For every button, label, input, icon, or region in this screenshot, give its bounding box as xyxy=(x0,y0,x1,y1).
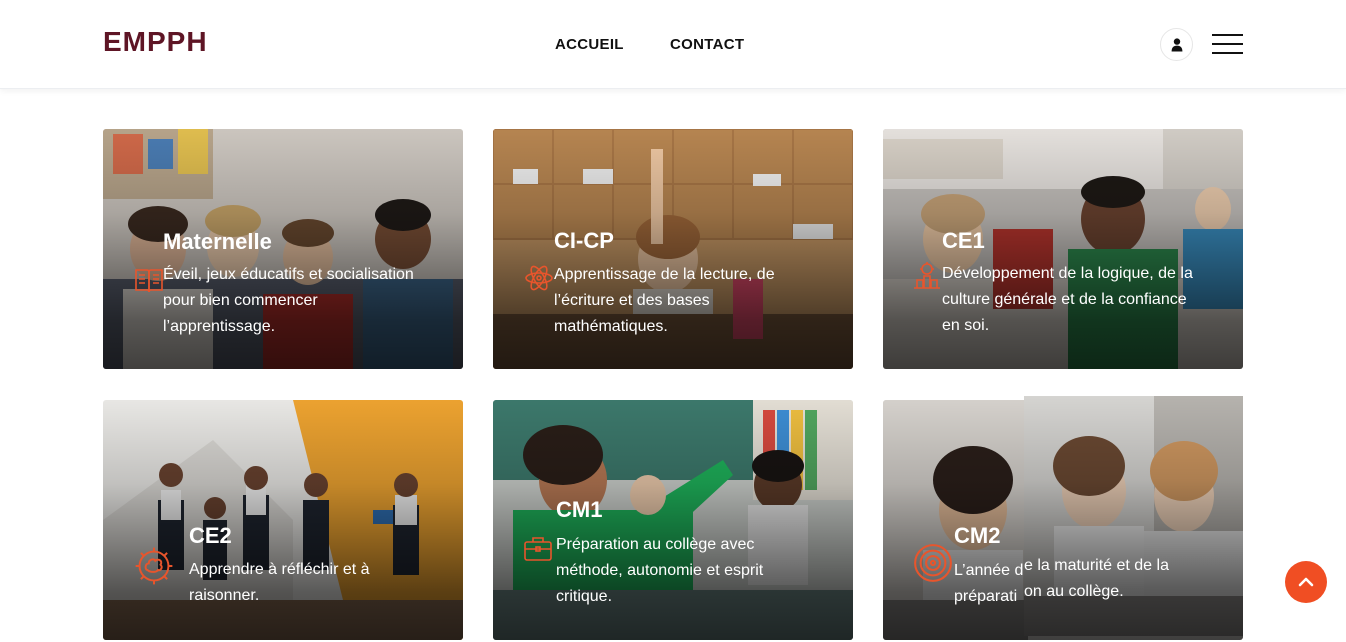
card-title: CE2 xyxy=(189,523,232,548)
card-description: Éveil, jeux éducatifs et socialisation p… xyxy=(163,266,414,335)
user-icon xyxy=(1171,38,1183,52)
site-logo[interactable]: EMPPH xyxy=(103,26,208,58)
card-description: Développement de la logique, de la cultu… xyxy=(942,265,1193,334)
card-title: Maternelle xyxy=(163,229,272,254)
level-card-cm1[interactable]: CM1 Préparation au collège avec méthode,… xyxy=(493,400,853,640)
atom-icon xyxy=(525,265,553,291)
target-icon xyxy=(914,544,952,582)
nav-accueil[interactable]: ACCUEIL xyxy=(555,36,624,53)
card-description: Préparation au collège avec méthode, aut… xyxy=(556,536,764,605)
card-title: CM2 xyxy=(954,523,1001,548)
card-title: CE1 xyxy=(942,228,985,253)
book-icon xyxy=(135,269,163,293)
card-title: CM1 xyxy=(556,497,603,522)
card-description: Apprendre à réfléchir et à raisonner. xyxy=(189,561,370,604)
user-account-button[interactable] xyxy=(1160,28,1193,61)
cm2-overlay-description: e la maturité et de la on au collège. xyxy=(1024,557,1169,600)
chevron-up-icon xyxy=(1298,577,1314,587)
site-header: EMPPH ACCUEIL CONTACT xyxy=(0,0,1346,89)
level-card-maternelle[interactable]: Maternelle Éveil, jeux éducatifs et soci… xyxy=(103,129,463,369)
nav-contact[interactable]: CONTACT xyxy=(670,36,744,53)
card-title: CI-CP xyxy=(554,228,614,253)
brain-gear-icon xyxy=(135,547,173,585)
growth-icon xyxy=(914,262,940,289)
level-card-ce2[interactable]: CE2 Apprendre à réfléchir et à raisonner… xyxy=(103,400,463,640)
level-card-ci-cp[interactable]: CI-CP Apprentissage de la lecture, de l’… xyxy=(493,129,853,369)
hamburger-menu-icon[interactable] xyxy=(1212,34,1243,54)
card-description: Apprentissage de la lecture, de l’écritu… xyxy=(554,266,775,335)
level-card-ce1[interactable]: CE1 Développement de la logique, de la c… xyxy=(883,129,1243,369)
card-description: L’année de préparati xyxy=(954,562,1033,605)
cm2-hover-photo: e la maturité et de la on au collège. xyxy=(1024,396,1243,636)
scroll-to-top-button[interactable] xyxy=(1285,561,1327,603)
briefcase-icon xyxy=(524,537,552,561)
